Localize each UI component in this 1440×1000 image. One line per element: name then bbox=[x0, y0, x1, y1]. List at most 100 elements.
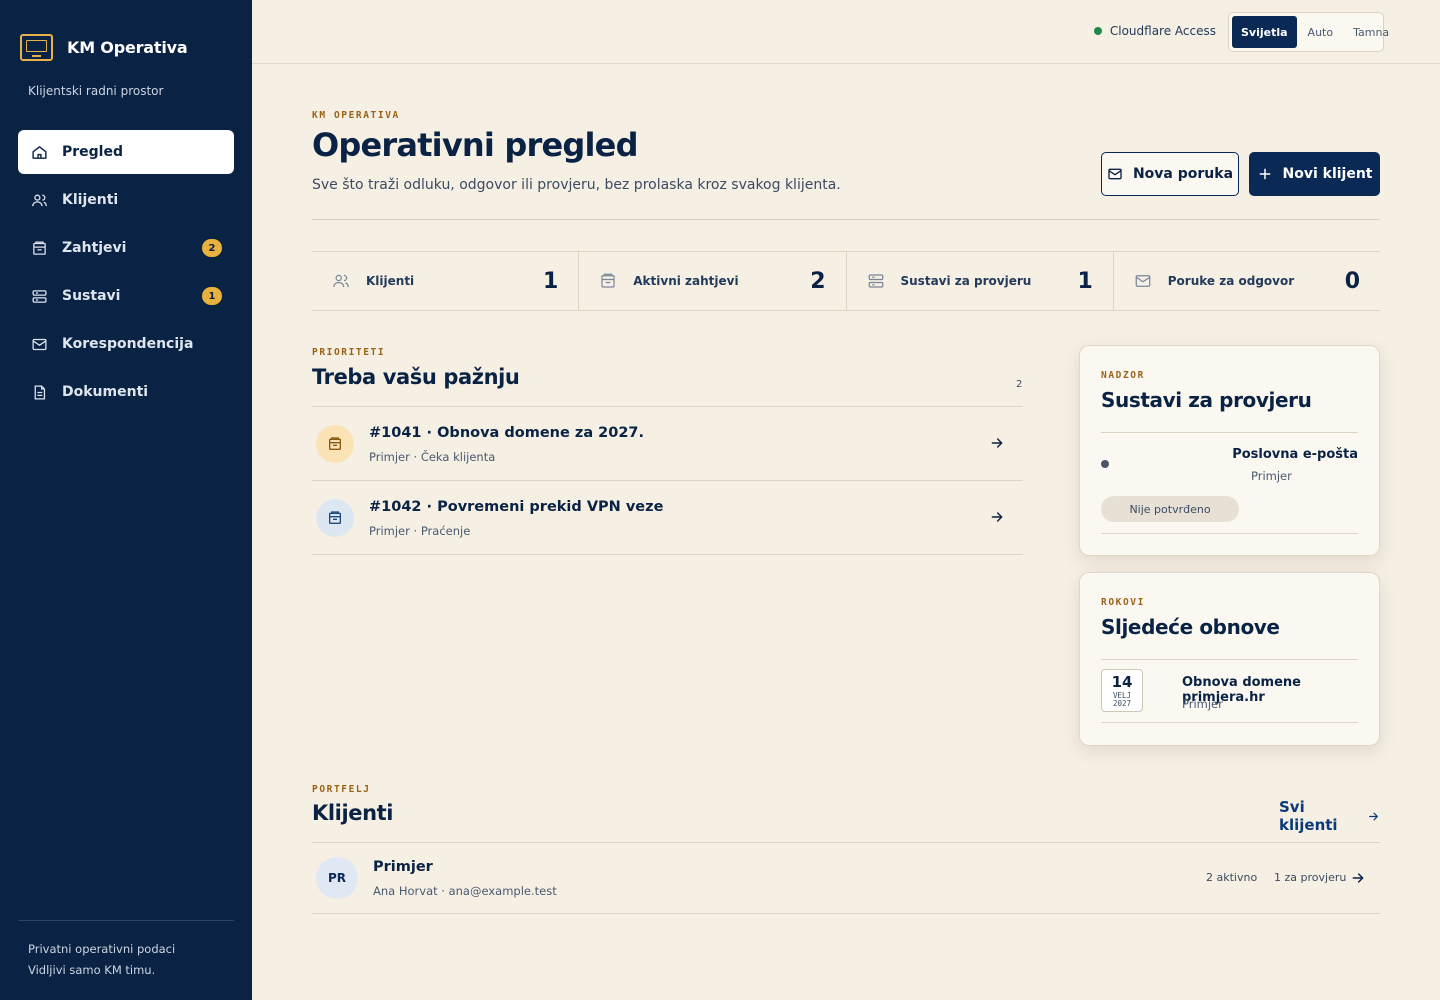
divider bbox=[312, 554, 1023, 555]
arrow-right-icon bbox=[991, 438, 1003, 448]
date-day: 14 bbox=[1111, 673, 1133, 691]
document-icon bbox=[30, 383, 48, 401]
client-review-count: 1 za provjeru bbox=[1274, 871, 1347, 884]
system-client: Primjer bbox=[1251, 469, 1292, 483]
divider bbox=[312, 913, 1380, 914]
sidebar: KM Operativa Klijentski radni prostor Pr… bbox=[0, 0, 252, 1000]
card-eyebrow: ROKOVI bbox=[1101, 597, 1145, 608]
server-icon bbox=[867, 272, 885, 290]
status-dot-icon bbox=[1101, 460, 1109, 468]
portfolio-eyebrow: PORTFELJ bbox=[312, 784, 371, 795]
table-row[interactable]: PR Primjer Ana Horvat · ana@example.test… bbox=[312, 843, 1380, 913]
list-item[interactable]: #1042 · Povremeni prekid VPN veze Primje… bbox=[312, 481, 1023, 555]
new-message-button[interactable]: Nova poruka bbox=[1101, 152, 1239, 196]
theme-option-light[interactable]: Svijetla bbox=[1232, 16, 1297, 48]
client-contact: Ana Horvat · ana@example.test bbox=[373, 884, 557, 898]
status-badge: Nije potvrđeno bbox=[1101, 496, 1239, 522]
stat-messages-reply[interactable]: Poruke za odgovor 0 bbox=[1114, 252, 1380, 310]
theme-option-auto[interactable]: Auto bbox=[1299, 16, 1343, 48]
arrow-right-icon bbox=[1352, 873, 1364, 883]
card-eyebrow: NADZOR bbox=[1101, 370, 1145, 381]
date-year: 2027 bbox=[1112, 699, 1132, 708]
brand-name: KM Operativa bbox=[67, 38, 188, 57]
inbox-icon bbox=[316, 425, 354, 463]
theme-option-dark[interactable]: Tamna bbox=[1344, 16, 1398, 48]
client-active-count: 2 aktivno bbox=[1206, 871, 1258, 884]
page-description: Sve što traži odluku, odgovor ili provje… bbox=[312, 177, 841, 193]
button-label: Nova poruka bbox=[1132, 166, 1234, 182]
stat-label: Sustavi za provjeru bbox=[900, 274, 1032, 288]
sidebar-item-label: Pregled bbox=[62, 144, 123, 160]
priorities-count: 2 bbox=[1016, 379, 1023, 390]
date-badge: 14 VELJ 2027 bbox=[1101, 669, 1143, 712]
stat-value: 1 bbox=[542, 268, 559, 294]
system-name[interactable]: Poslovna e-pošta bbox=[1232, 447, 1358, 462]
sidebar-item-label: Zahtjevi bbox=[62, 240, 127, 256]
link-label: Svi klijenti bbox=[1279, 798, 1338, 834]
theme-switcher: Svijetla Auto Tamna bbox=[1228, 12, 1389, 52]
sidebar-item-label: Sustavi bbox=[62, 288, 121, 304]
list-item[interactable]: #1041 · Obnova domene za 2027. Primjer ·… bbox=[312, 407, 1023, 481]
divider bbox=[1101, 722, 1358, 723]
priorities-eyebrow: PRIORITETI bbox=[312, 347, 386, 358]
mail-icon bbox=[1134, 272, 1152, 290]
systems-badge: 1 bbox=[202, 287, 222, 305]
arrow-right-icon bbox=[991, 512, 1003, 522]
priorities-title: Treba vašu pažnju bbox=[312, 365, 520, 389]
sidebar-item-label: Dokumenti bbox=[62, 384, 149, 400]
footer-line: Vidljivi samo KM timu. bbox=[28, 963, 156, 977]
home-icon bbox=[30, 143, 48, 161]
request-meta: Primjer · Čeka klijenta bbox=[369, 450, 496, 464]
card-title: Sustavi za provjeru bbox=[1101, 388, 1312, 412]
systems-card: NADZOR Sustavi za provjeru Poslovna e-po… bbox=[1079, 345, 1380, 556]
divider bbox=[1101, 432, 1358, 433]
divider bbox=[1101, 659, 1358, 660]
users-icon bbox=[30, 191, 48, 209]
sidebar-item-label: Klijenti bbox=[62, 192, 119, 208]
inbox-icon bbox=[599, 272, 617, 290]
access-label: Cloudflare Access bbox=[1109, 24, 1216, 38]
renewals-card: ROKOVI Sljedeće obnove 14 VELJ 2027 Obno… bbox=[1079, 572, 1380, 746]
access-status: Cloudflare Access bbox=[1093, 24, 1216, 38]
inbox-icon bbox=[316, 499, 354, 537]
status-dot-icon bbox=[1093, 27, 1102, 35]
stat-value: 1 bbox=[1077, 268, 1093, 294]
sidebar-item-dokumenti[interactable]: Dokumenti bbox=[18, 370, 234, 414]
brand-subtitle: Klijentski radni prostor bbox=[28, 84, 164, 98]
sidebar-item-zahtjevi[interactable]: Zahtjevi 2 bbox=[18, 226, 234, 270]
sidebar-item-pregled[interactable]: Pregled bbox=[18, 130, 234, 174]
stat-value: 2 bbox=[810, 268, 826, 294]
stat-value: 0 bbox=[1344, 268, 1360, 294]
monitor-logo-icon bbox=[20, 34, 53, 61]
new-client-button[interactable]: Novi klijent bbox=[1249, 152, 1380, 196]
renewal-client: Primjer bbox=[1182, 697, 1223, 711]
sidebar-footer: Privatni operativni podaci Vidljivi samo… bbox=[18, 920, 234, 981]
sidebar-item-klijenti[interactable]: Klijenti bbox=[18, 178, 234, 222]
divider bbox=[1101, 533, 1358, 534]
stats-bar: Klijenti 1 Aktivni zahtjevi 2 Sustavi za… bbox=[312, 251, 1380, 311]
page-title: Operativni pregled bbox=[312, 126, 638, 164]
client-name: Primjer bbox=[373, 859, 433, 875]
request-title: #1041 · Obnova domene za 2027. bbox=[369, 425, 645, 441]
card-title: Sljedeće obnove bbox=[1101, 615, 1280, 639]
stat-systems-review[interactable]: Sustavi za provjeru 1 bbox=[847, 252, 1114, 310]
all-clients-link[interactable]: Svi klijenti bbox=[1279, 798, 1380, 834]
stat-label: Poruke za odgovor bbox=[1167, 274, 1295, 288]
stat-label: Aktivni zahtjevi bbox=[633, 274, 739, 288]
sidebar-item-label: Korespondencija bbox=[62, 336, 194, 352]
requests-badge: 2 bbox=[202, 239, 222, 257]
mail-icon bbox=[30, 335, 48, 353]
stat-active-requests[interactable]: Aktivni zahtjevi 2 bbox=[579, 252, 847, 310]
stat-clients[interactable]: Klijenti 1 bbox=[312, 252, 580, 310]
sidebar-item-korespondencija[interactable]: Korespondencija bbox=[18, 322, 234, 366]
sidebar-item-sustavi[interactable]: Sustavi 1 bbox=[18, 274, 234, 318]
server-icon bbox=[30, 287, 48, 305]
plus-icon bbox=[1259, 168, 1270, 180]
request-meta: Primjer · Praćenje bbox=[369, 524, 471, 538]
button-label: Novi klijent bbox=[1282, 166, 1373, 182]
brand[interactable]: KM Operativa bbox=[20, 34, 188, 61]
mail-icon bbox=[1108, 168, 1122, 180]
inbox-icon bbox=[30, 239, 48, 257]
divider bbox=[312, 219, 1380, 220]
arrow-right-icon bbox=[1369, 812, 1378, 820]
